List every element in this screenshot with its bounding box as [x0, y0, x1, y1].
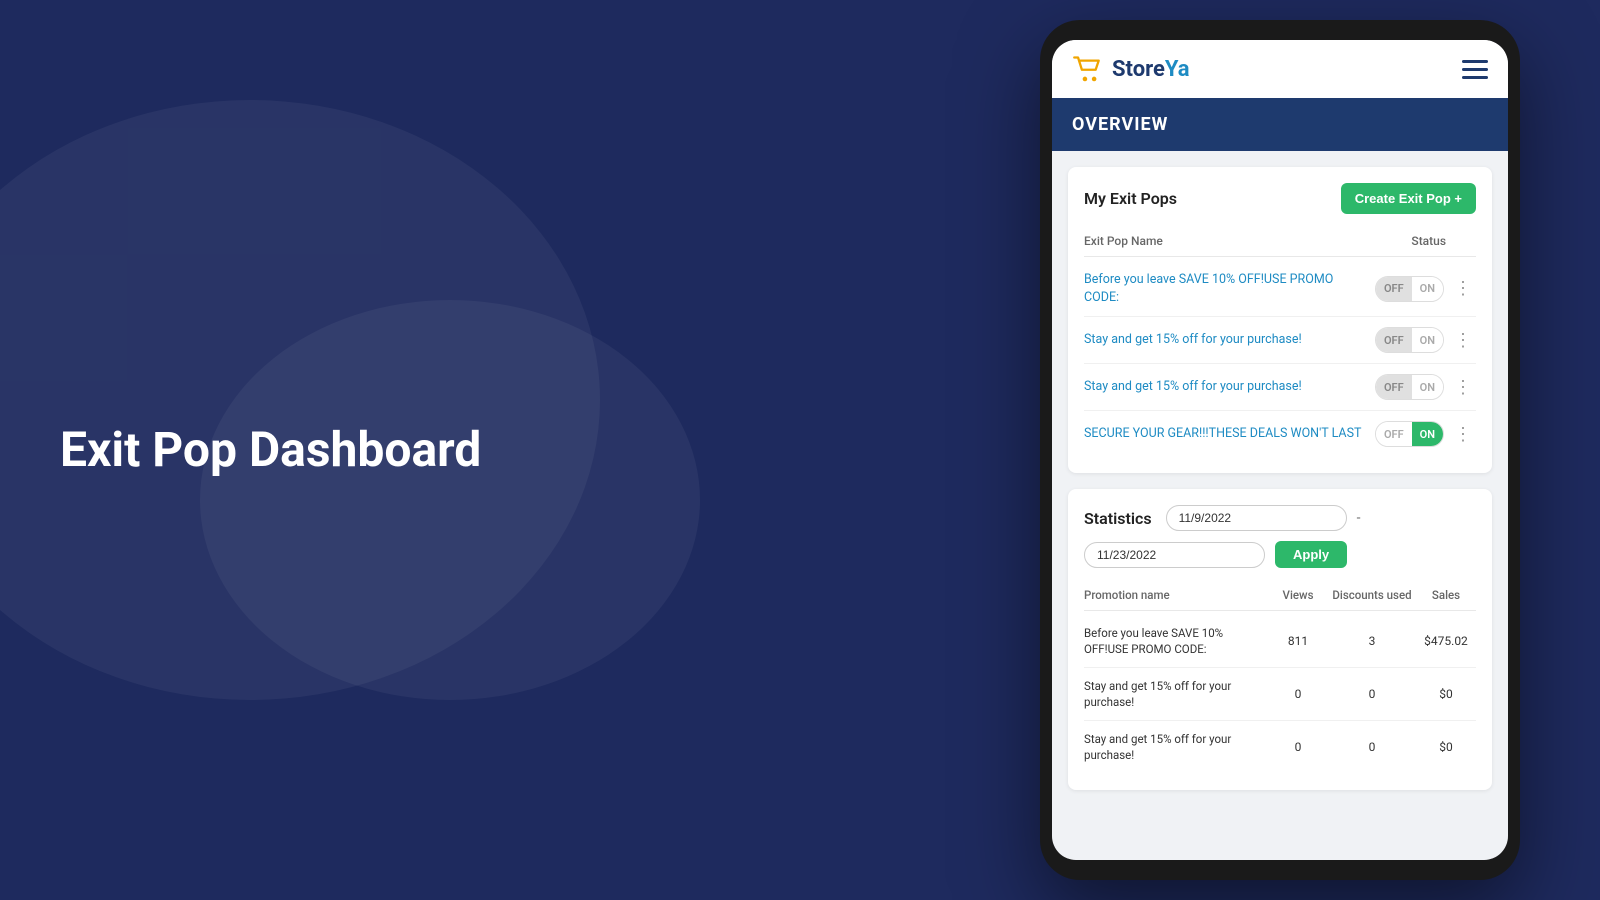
- exit-pop-row: Stay and get 15% off for your purchase! …: [1084, 317, 1476, 364]
- stats-promo-name: Stay and get 15% off for your purchase!: [1084, 678, 1264, 710]
- stats-row: Stay and get 15% off for your purchase! …: [1084, 721, 1476, 773]
- toggle-switch[interactable]: OFF ON: [1375, 374, 1444, 400]
- toggle-on-label[interactable]: ON: [1412, 328, 1443, 352]
- toggle-row: OFF ON ⋮: [1375, 276, 1476, 302]
- col-status-label: Status: [1411, 234, 1446, 248]
- statistics-title: Statistics: [1084, 509, 1152, 528]
- date-separator: -: [1357, 510, 1361, 526]
- stats-discounts: 3: [1332, 634, 1412, 648]
- logo-area: StoreYa: [1072, 56, 1190, 82]
- toggle-on-label[interactable]: ON: [1412, 422, 1443, 446]
- exit-pops-table-header: Exit Pop Name Status: [1084, 228, 1476, 257]
- exit-pop-name: Before you leave SAVE 10% OFF!USE PROMO …: [1084, 271, 1365, 306]
- exit-pops-title: My Exit Pops: [1084, 189, 1177, 208]
- stats-promo-name: Stay and get 15% off for your purchase!: [1084, 731, 1264, 763]
- toggle-switch[interactable]: OFF ON: [1375, 421, 1444, 447]
- exit-pop-name: Stay and get 15% off for your purchase!: [1084, 331, 1365, 349]
- stats-sales: $0: [1416, 687, 1476, 701]
- toggle-on-label[interactable]: ON: [1412, 375, 1443, 399]
- toggle-off-label[interactable]: OFF: [1376, 328, 1412, 352]
- exit-pops-card: My Exit Pops Create Exit Pop + Exit Pop …: [1068, 167, 1492, 473]
- toggle-off-label[interactable]: OFF: [1376, 375, 1412, 399]
- date-to-input[interactable]: [1084, 542, 1265, 568]
- date-from-input[interactable]: [1166, 505, 1347, 531]
- stats-sales: $475.02: [1416, 634, 1476, 648]
- create-exit-pop-button[interactable]: Create Exit Pop +: [1341, 183, 1476, 214]
- col-views-label: Views: [1268, 588, 1328, 602]
- left-section: Exit Pop Dashboard: [60, 421, 481, 479]
- toggle-off-label[interactable]: OFF: [1376, 422, 1412, 446]
- col-promotion-label: Promotion name: [1084, 588, 1264, 602]
- toggle-on-label[interactable]: ON: [1412, 277, 1443, 301]
- exit-pop-row: Stay and get 15% off for your purchase! …: [1084, 364, 1476, 411]
- overview-banner: OVERVIEW: [1052, 98, 1508, 151]
- stats-views: 0: [1268, 687, 1328, 701]
- stats-row: Before you leave SAVE 10% OFF!USE PROMO …: [1084, 615, 1476, 668]
- exit-pop-name: Stay and get 15% off for your purchase!: [1084, 378, 1365, 396]
- statistics-table: Promotion name Views Discounts used Sale…: [1084, 582, 1476, 774]
- stats-discounts: 0: [1332, 687, 1412, 701]
- stats-discounts: 0: [1332, 740, 1412, 754]
- toggle-row: OFF ON ⋮: [1375, 374, 1476, 400]
- stats-views: 811: [1268, 634, 1328, 648]
- more-options-icon[interactable]: ⋮: [1450, 328, 1476, 353]
- logo-ya: Ya: [1165, 57, 1190, 82]
- more-options-icon[interactable]: ⋮: [1450, 375, 1476, 400]
- logo-text: StoreYa: [1112, 57, 1190, 82]
- page-title: Exit Pop Dashboard: [60, 421, 481, 479]
- col-name-label: Exit Pop Name: [1084, 234, 1163, 248]
- device-frame: StoreYa OVERVIEW My Exit Pops Create Exi…: [1040, 20, 1520, 880]
- more-options-icon[interactable]: ⋮: [1450, 276, 1476, 301]
- stats-views: 0: [1268, 740, 1328, 754]
- overview-title: OVERVIEW: [1072, 114, 1488, 135]
- logo-store: Store: [1112, 57, 1165, 82]
- exit-pop-row: SECURE YOUR GEAR!!!THESE DEALS WON'T LAS…: [1084, 411, 1476, 457]
- apply-button[interactable]: Apply: [1275, 541, 1347, 568]
- col-sales-label: Sales: [1416, 588, 1476, 602]
- device-screen: StoreYa OVERVIEW My Exit Pops Create Exi…: [1052, 40, 1508, 860]
- statistics-header: Statistics - Apply: [1084, 505, 1476, 568]
- exit-pop-name: SECURE YOUR GEAR!!!THESE DEALS WON'T LAS…: [1084, 425, 1365, 443]
- cart-icon: [1072, 56, 1104, 82]
- toggle-row: OFF ON ⋮: [1375, 327, 1476, 353]
- stats-promo-name: Before you leave SAVE 10% OFF!USE PROMO …: [1084, 625, 1264, 657]
- statistics-card: Statistics - Apply Promotion name Views …: [1068, 489, 1492, 790]
- stats-sales: $0: [1416, 740, 1476, 754]
- hamburger-menu-icon[interactable]: [1462, 60, 1488, 79]
- bg-decoration-2: [200, 300, 700, 700]
- exit-pop-row: Before you leave SAVE 10% OFF!USE PROMO …: [1084, 261, 1476, 317]
- app-header: StoreYa: [1052, 40, 1508, 98]
- toggle-row: OFF ON ⋮: [1375, 421, 1476, 447]
- toggle-switch[interactable]: OFF ON: [1375, 276, 1444, 302]
- exit-pops-header: My Exit Pops Create Exit Pop +: [1084, 183, 1476, 214]
- toggle-switch[interactable]: OFF ON: [1375, 327, 1444, 353]
- toggle-off-label[interactable]: OFF: [1376, 277, 1412, 301]
- stats-table-header: Promotion name Views Discounts used Sale…: [1084, 582, 1476, 611]
- app-content: My Exit Pops Create Exit Pop + Exit Pop …: [1052, 151, 1508, 860]
- bg-decoration-1: [0, 100, 600, 700]
- more-options-icon[interactable]: ⋮: [1450, 422, 1476, 447]
- col-discounts-label: Discounts used: [1332, 588, 1412, 602]
- stats-row: Stay and get 15% off for your purchase! …: [1084, 668, 1476, 721]
